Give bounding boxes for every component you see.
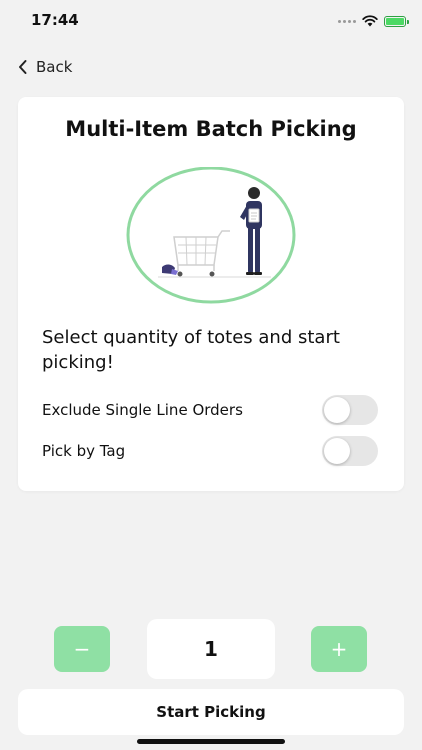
instructions-text: Select quantity of totes and start picki…: [42, 327, 340, 373]
card-title: Multi-Item Batch Picking: [65, 117, 357, 141]
status-time: 17:44: [31, 11, 79, 29]
person-with-shopping-cart-illustration: [126, 167, 296, 304]
pick-by-tag-toggle[interactable]: [322, 436, 378, 466]
toggle-knob: [324, 397, 350, 423]
start-picking-button[interactable]: Start Picking: [18, 689, 404, 735]
toggle-label-pick-by-tag: Pick by Tag: [42, 442, 126, 460]
toggle-knob: [324, 438, 350, 464]
signal-dots-icon: [338, 19, 356, 23]
toggle-label-exclude-single-line: Exclude Single Line Orders: [42, 401, 243, 419]
status-icons: [338, 14, 409, 28]
battery-charging-icon: [384, 15, 409, 27]
back-button[interactable]: Back: [18, 56, 72, 78]
status-bar: 17:44: [0, 0, 422, 44]
home-indicator: [137, 739, 285, 744]
decrement-button[interactable]: −: [54, 626, 110, 672]
toggle-row-pick-by-tag: Pick by Tag: [42, 436, 378, 466]
chevron-left-icon: [19, 60, 27, 74]
toggle-row-exclude-single-line: Exclude Single Line Orders: [42, 395, 378, 425]
quantity-value: 1: [147, 619, 275, 679]
back-label: Back: [36, 58, 73, 76]
batch-picking-card: Multi-Item Batch Picking Select quantity…: [18, 97, 404, 491]
increment-button[interactable]: +: [311, 626, 367, 672]
wifi-icon: [362, 15, 378, 27]
exclude-single-line-toggle[interactable]: [322, 395, 378, 425]
